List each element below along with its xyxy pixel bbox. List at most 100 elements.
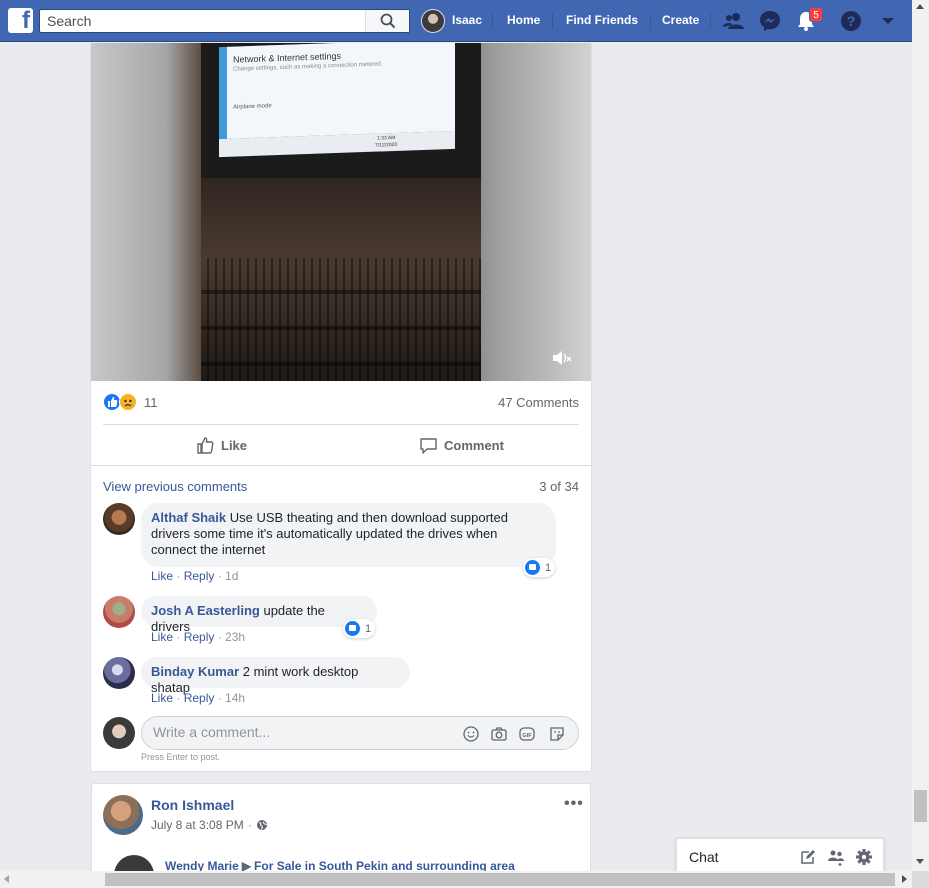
create-group-icon[interactable] <box>827 848 845 866</box>
find-friends-link[interactable]: Find Friends <box>566 13 638 27</box>
chat-bar[interactable]: Chat <box>676 838 884 872</box>
notifications-badge: 5 <box>809 7 823 22</box>
post-author-link[interactable]: Ron Ishmael <box>151 797 234 813</box>
separator-dot: · <box>247 818 252 832</box>
like-button[interactable]: Like <box>196 434 247 456</box>
chat-label: Chat <box>689 849 719 865</box>
comment-like-link[interactable]: Like <box>151 569 173 583</box>
separator-dot: · <box>173 569 184 583</box>
camera-icon[interactable] <box>490 725 508 743</box>
like-reaction-icon <box>525 560 540 575</box>
comment-timestamp[interactable]: 14h <box>225 691 245 705</box>
comment-like-link[interactable]: Like <box>151 691 173 705</box>
search-icon <box>380 13 396 29</box>
horizontal-scrollbar[interactable] <box>0 871 912 888</box>
settings-gear-icon[interactable] <box>855 848 873 866</box>
vertical-scrollbar[interactable] <box>912 0 929 871</box>
scrollbar-corner <box>912 871 929 888</box>
comment-reply-link[interactable]: Reply <box>184 569 215 583</box>
comment-actions: Like · Reply · 23h <box>151 630 245 644</box>
comments-pager: 3 of 34 <box>539 479 579 494</box>
actions-divider <box>91 465 591 466</box>
separator-dot: · <box>214 691 226 705</box>
profile-name-link[interactable]: Isaac <box>452 13 482 27</box>
scroll-down-arrow[interactable] <box>916 859 924 864</box>
comment-actions: Like · Reply · 1d <box>151 569 238 583</box>
comment-like-link[interactable]: Like <box>151 630 173 644</box>
comment-timestamp[interactable]: 1d <box>225 569 238 583</box>
comment-likes-count: 1 <box>545 561 552 574</box>
thumbs-up-icon <box>197 436 214 454</box>
comment-button[interactable]: Comment <box>419 434 504 456</box>
video-taskbar-date: 7/12/2020 <box>375 141 398 149</box>
scroll-right-arrow[interactable] <box>902 875 907 883</box>
comment-avatar[interactable] <box>103 503 135 535</box>
post-author-avatar[interactable] <box>103 795 143 835</box>
gif-icon[interactable]: GIF <box>518 725 536 743</box>
comment-bubble: Josh A Easterling update the drivers <box>141 596 377 634</box>
messenger-icon[interactable] <box>759 10 781 32</box>
comment-author-link[interactable]: Binday Kumar <box>151 664 239 679</box>
comment-likes-badge[interactable]: 1 <box>343 619 376 638</box>
search-button[interactable] <box>365 10 409 32</box>
search-box <box>39 9 410 33</box>
comment-reply-link[interactable]: Reply <box>184 630 215 644</box>
emoji-icon[interactable] <box>462 725 480 743</box>
like-button-label: Like <box>221 437 248 453</box>
comment-author-link[interactable]: Althaf Shaik <box>151 510 226 525</box>
comment-likes-count: 1 <box>365 622 372 635</box>
comment-timestamp[interactable]: 23h <box>225 630 245 644</box>
top-navigation-bar: f Isaac Home Find Friends Create 5 ? <box>0 0 912 42</box>
create-link[interactable]: Create <box>662 13 699 27</box>
separator-dot: · <box>214 630 226 644</box>
search-input[interactable] <box>40 10 365 32</box>
video-laptop-body <box>201 178 481 381</box>
comment-likes-badge[interactable]: 1 <box>523 558 556 577</box>
sticker-icon[interactable] <box>548 725 566 743</box>
reaction-count[interactable]: 11 <box>144 395 158 410</box>
comment-bubble: Binday Kumar 2 mint work desktop shatap <box>141 657 410 695</box>
video-keyboard <box>201 258 481 381</box>
horizontal-scroll-thumb[interactable] <box>105 873 895 886</box>
post-video[interactable]: Network & Internet settings Change setti… <box>91 43 591 381</box>
comment-avatar[interactable] <box>103 596 135 628</box>
new-message-icon[interactable] <box>799 848 817 866</box>
vertical-scroll-thumb[interactable] <box>914 790 927 822</box>
scroll-left-arrow[interactable] <box>4 875 9 883</box>
nav-divider <box>650 13 651 29</box>
view-previous-comments-link[interactable]: View previous comments <box>103 479 247 494</box>
help-icon[interactable]: ? <box>840 10 862 32</box>
separator-dot: · <box>173 691 184 705</box>
post-timestamp-link[interactable]: July 8 at 3:08 PM <box>151 818 244 832</box>
globe-icon[interactable] <box>256 819 268 831</box>
sad-reaction-icon[interactable] <box>119 393 137 411</box>
current-user-avatar <box>103 717 135 749</box>
scroll-up-arrow[interactable] <box>916 4 924 9</box>
separator-dot: · <box>214 569 226 583</box>
comment-avatar[interactable] <box>103 657 135 689</box>
separator-dot: · <box>173 630 184 644</box>
comment-input[interactable] <box>153 724 443 740</box>
mute-icon[interactable] <box>550 346 574 370</box>
account-menu-icon[interactable] <box>877 10 899 32</box>
reactions-bar: 11 47 Comments <box>103 392 579 412</box>
facebook-logo[interactable]: f <box>8 7 33 34</box>
video-taskbar-time: 1:33 AM <box>377 134 396 142</box>
comment-author-link[interactable]: Josh A Easterling <box>151 603 260 618</box>
comment-actions: Like · Reply · 14h <box>151 691 245 705</box>
svg-text:?: ? <box>847 13 856 29</box>
home-link[interactable]: Home <box>507 13 540 27</box>
comment-icon <box>420 437 437 454</box>
profile-link[interactable] <box>421 9 445 33</box>
composer-hint: Press Enter to post. <box>141 752 221 762</box>
nav-divider <box>552 13 553 29</box>
post-meta: July 8 at 3:08 PM · <box>151 818 268 832</box>
comments-count-link[interactable]: 47 Comments <box>498 395 579 410</box>
post-options-button[interactable]: ••• <box>564 795 584 813</box>
friend-requests-icon[interactable] <box>723 10 745 32</box>
video-panel-content: Network & Internet settings Change setti… <box>227 43 455 139</box>
nav-divider <box>492 13 493 29</box>
nav-divider <box>710 13 711 29</box>
comment-reply-link[interactable]: Reply <box>184 691 215 705</box>
video-settings-panel: Network & Internet settings Change setti… <box>219 43 455 140</box>
